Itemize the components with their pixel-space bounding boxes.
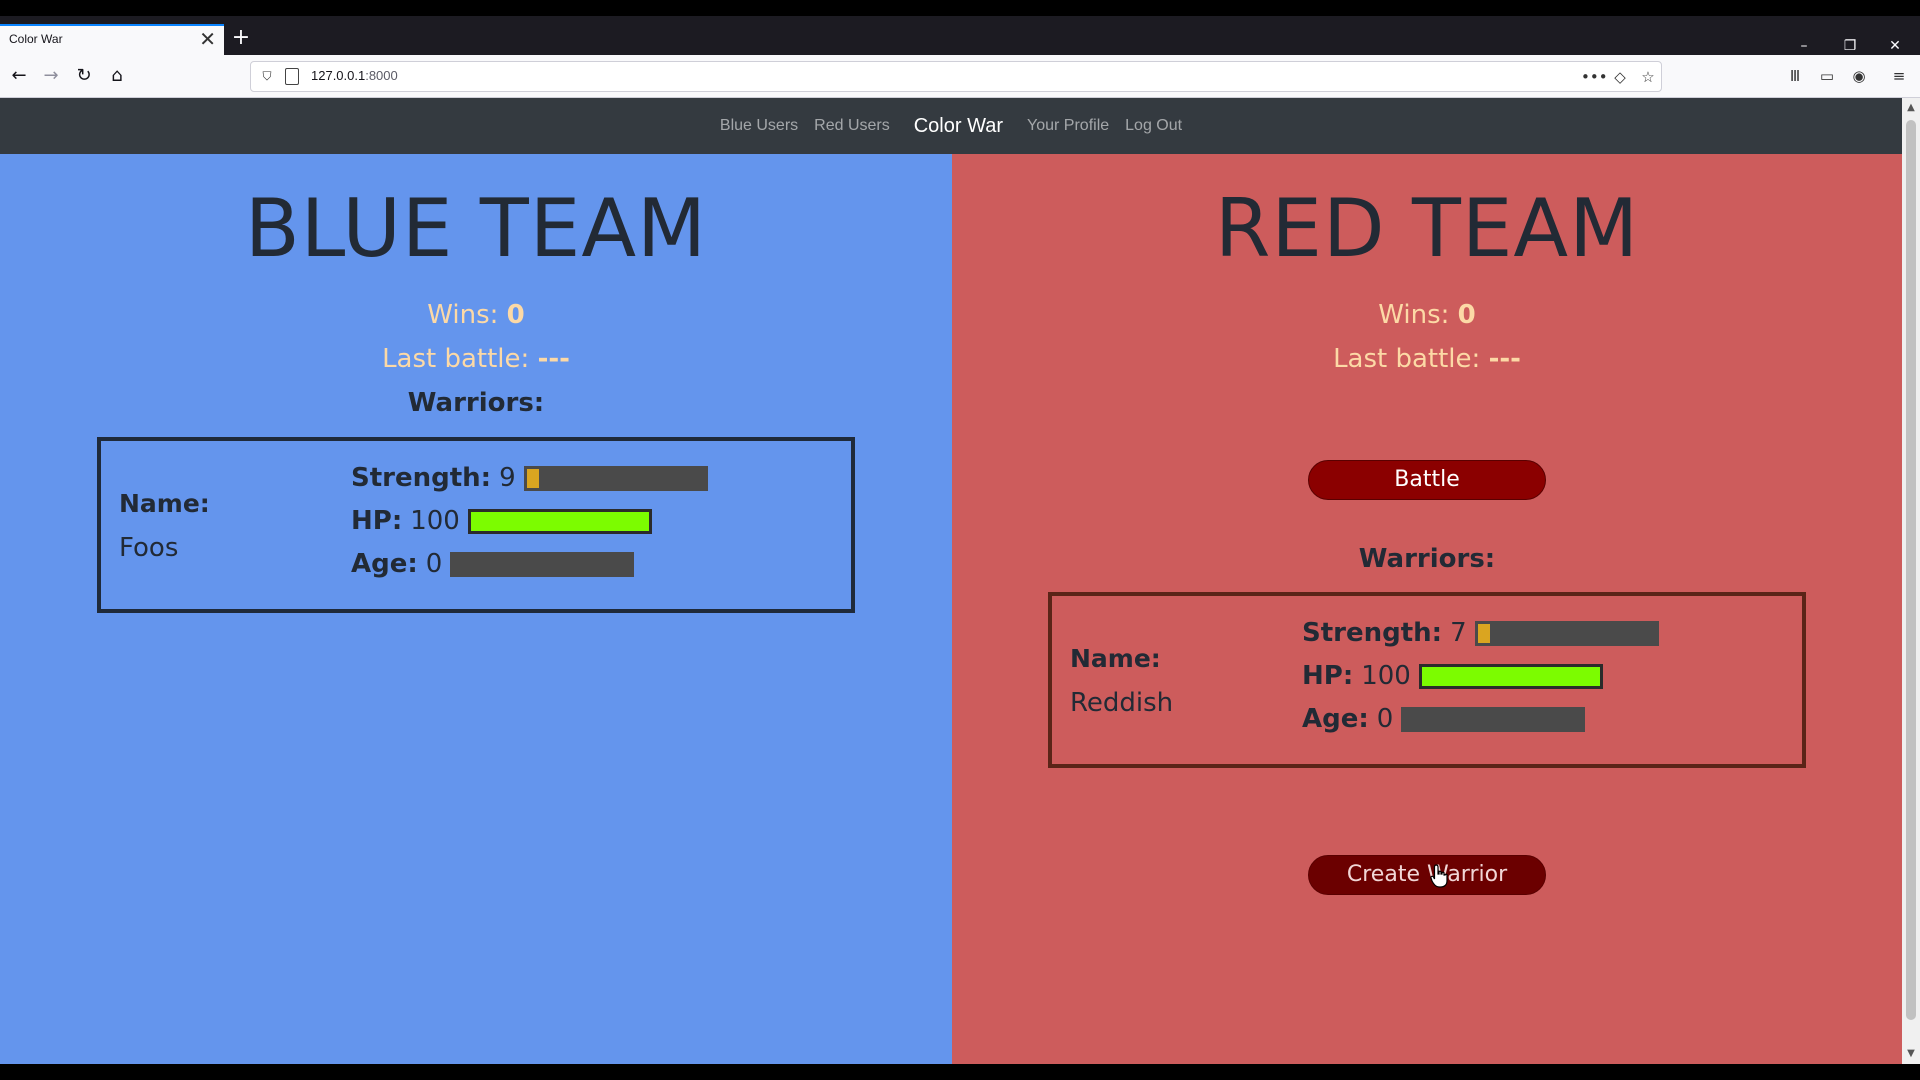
sidebar-icon[interactable]: ▭ (1814, 63, 1840, 89)
warriors-heading: Warriors: (407, 388, 545, 418)
red-team-panel: RED TEAM Wins: 0 Last battle: --- Battle… (952, 154, 1902, 1064)
hand-cursor-icon (1430, 864, 1448, 888)
scroll-thumb[interactable] (1906, 120, 1916, 1020)
age-bar (1401, 706, 1586, 732)
warrior-card: Name: Reddish Strength: 7 HP: 100 Age: 0 (1048, 592, 1806, 768)
scroll-up-icon[interactable]: ▲ (1902, 100, 1920, 116)
url-bar[interactable]: ⛉ 127.0.0.1:8000 ••• ◇ ☆ (250, 61, 1662, 92)
team-title: BLUE TEAM (244, 182, 708, 275)
page-scrollbar[interactable]: ▲ ▼ (1902, 98, 1920, 1064)
nav-log-out[interactable]: Log Out (1125, 117, 1182, 135)
tab-title: Color War (9, 32, 63, 46)
strength-row: Strength: 9 (351, 463, 708, 493)
wins-stat: Wins: 0 (427, 300, 525, 330)
window-close-icon[interactable]: ✕ (1880, 36, 1910, 56)
hp-row: HP: 100 (1302, 661, 1603, 691)
minimize-icon[interactable]: – (1789, 36, 1819, 56)
age-row: Age: 0 (351, 549, 635, 579)
hp-row: HP: 100 (351, 506, 652, 536)
home-icon[interactable]: ⌂ (104, 63, 130, 89)
browser-toolbar: ← → ↻ ⌂ ⛉ 127.0.0.1:8000 ••• ◇ ☆ Ⅲ ▭ ◉ ≡ (0, 55, 1920, 98)
name-label: Name: (119, 489, 210, 518)
more-actions-icon[interactable]: ••• (1581, 66, 1608, 88)
last-battle-stat: Last battle: --- (382, 344, 570, 374)
forward-icon[interactable]: → (38, 63, 64, 89)
name-label: Name: (1070, 644, 1161, 673)
last-battle-stat: Last battle: --- (1333, 344, 1521, 374)
nav-blue-users[interactable]: Blue Users (720, 117, 798, 135)
nav-red-users[interactable]: Red Users (814, 117, 890, 135)
nav-brand[interactable]: Color War (914, 115, 1003, 138)
restore-icon[interactable]: ❐ (1835, 36, 1865, 56)
scroll-down-icon[interactable]: ▼ (1902, 1046, 1920, 1062)
warrior-name: Reddish (1070, 688, 1174, 718)
wins-stat: Wins: 0 (1378, 300, 1476, 330)
warriors-heading: Warriors: (1358, 544, 1496, 574)
team-title: RED TEAM (1214, 182, 1640, 275)
screen-top-border (0, 0, 1920, 16)
screen-bottom-border (0, 1064, 1920, 1080)
age-bar (450, 551, 635, 577)
strength-bar (523, 465, 708, 491)
age-row: Age: 0 (1302, 704, 1586, 734)
hp-bar (467, 508, 652, 534)
battle-button[interactable]: Battle (1308, 460, 1546, 500)
menu-icon[interactable]: ≡ (1886, 63, 1912, 89)
reload-icon[interactable]: ↻ (71, 63, 97, 89)
create-warrior-button[interactable]: Create Warrior (1308, 855, 1546, 895)
browser-tab[interactable]: Color War ✕ (0, 24, 224, 55)
url-text[interactable]: 127.0.0.1:8000 (311, 68, 398, 83)
hp-bar (1418, 663, 1603, 689)
new-tab-button[interactable]: + (230, 27, 252, 50)
site-navbar: Blue Users Red Users Color War Your Prof… (0, 98, 1902, 154)
account-icon[interactable]: ◉ (1846, 63, 1872, 89)
strength-row: Strength: 7 (1302, 618, 1659, 648)
strength-bar (1474, 620, 1659, 646)
tab-bar: Color War ✕ + – ❐ ✕ (0, 16, 1920, 55)
tracking-shield-icon[interactable]: ⛉ (259, 67, 275, 85)
warrior-card: Name: Foos Strength: 9 HP: 100 Age: 0 (97, 437, 855, 613)
back-icon[interactable]: ← (6, 63, 32, 89)
page-viewport: Blue Users Red Users Color War Your Prof… (0, 98, 1902, 1064)
warrior-name: Foos (119, 533, 179, 563)
blue-team-panel: BLUE TEAM Wins: 0 Last battle: --- Warri… (0, 154, 952, 1064)
pocket-icon[interactable]: ◇ (1609, 66, 1631, 88)
nav-your-profile[interactable]: Your Profile (1027, 117, 1109, 135)
page-info-icon[interactable] (285, 68, 299, 85)
bookmark-star-icon[interactable]: ☆ (1637, 66, 1659, 88)
library-icon[interactable]: Ⅲ (1782, 63, 1808, 89)
tab-close-icon[interactable]: ✕ (199, 28, 216, 50)
